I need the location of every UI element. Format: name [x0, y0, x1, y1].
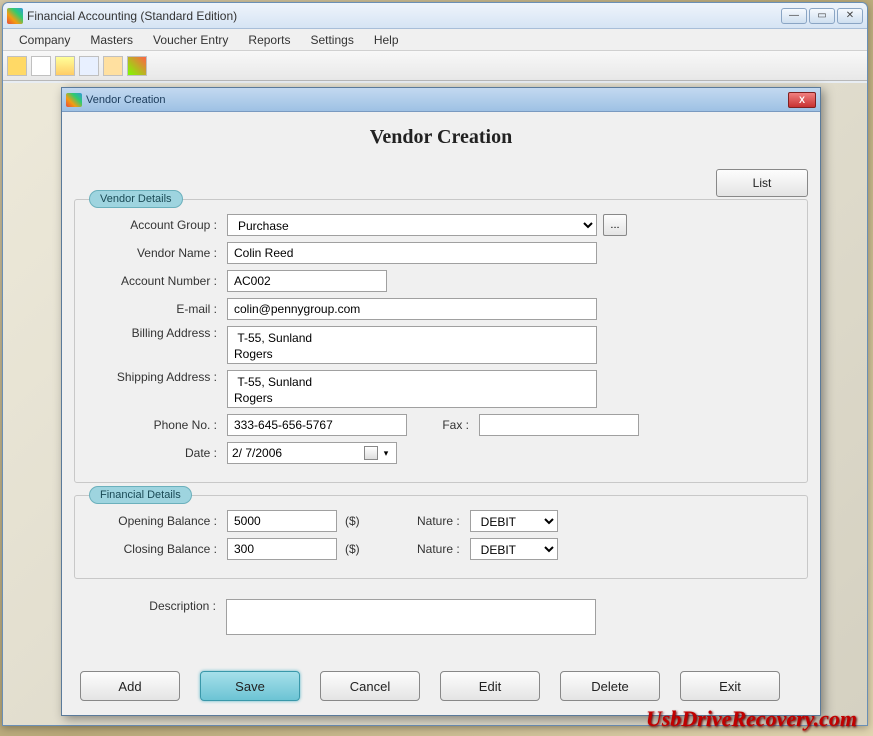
nature-select-1[interactable]: DEBIT: [470, 510, 558, 532]
dialog-close-button[interactable]: X: [788, 92, 816, 108]
vendor-details-fieldset: Vendor Details Account Group : Purchase …: [74, 199, 808, 483]
opening-balance-input[interactable]: [227, 510, 337, 532]
label-email: E-mail :: [93, 302, 221, 316]
cancel-button[interactable]: Cancel: [320, 671, 420, 701]
label-account-number: Account Number :: [93, 274, 221, 288]
description-row: Description :: [74, 591, 808, 645]
fax-input[interactable]: [479, 414, 639, 436]
edit-button[interactable]: Edit: [440, 671, 540, 701]
toolbar-icon-2[interactable]: [31, 56, 51, 76]
label-shipping-address: Shipping Address :: [93, 370, 221, 384]
vendor-name-input[interactable]: [227, 242, 597, 264]
menu-reports[interactable]: Reports: [238, 31, 300, 49]
label-vendor-name: Vendor Name :: [93, 246, 221, 260]
label-nature-1: Nature :: [404, 514, 464, 528]
label-nature-2: Nature :: [404, 542, 464, 556]
app-icon: [7, 8, 23, 24]
exit-button[interactable]: Exit: [680, 671, 780, 701]
delete-button[interactable]: Delete: [560, 671, 660, 701]
menu-company[interactable]: Company: [9, 31, 80, 49]
dialog-titlebar: Vendor Creation X: [62, 88, 820, 112]
financial-details-legend: Financial Details: [89, 486, 192, 504]
close-button[interactable]: ✕: [837, 8, 863, 24]
menu-voucher-entry[interactable]: Voucher Entry: [143, 31, 238, 49]
titlebar: Financial Accounting (Standard Edition) …: [3, 3, 867, 29]
financial-details-fieldset: Financial Details Opening Balance : ($) …: [74, 495, 808, 579]
main-window: Financial Accounting (Standard Edition) …: [2, 2, 868, 726]
currency-label-2: ($): [343, 542, 362, 556]
menubar: Company Masters Voucher Entry Reports Se…: [3, 29, 867, 51]
watermark: UsbDriveRecovery.com: [646, 706, 857, 732]
label-date: Date :: [93, 446, 221, 460]
nature-select-2[interactable]: DEBIT: [470, 538, 558, 560]
toolbar-icon-4[interactable]: [79, 56, 99, 76]
label-billing-address: Billing Address :: [93, 326, 221, 340]
toolbar-icon-1[interactable]: [7, 56, 27, 76]
shipping-address-input[interactable]: [227, 370, 597, 408]
label-account-group: Account Group :: [93, 218, 221, 232]
chevron-down-icon: ▾: [380, 448, 392, 459]
billing-address-input[interactable]: [227, 326, 597, 364]
currency-label-1: ($): [343, 514, 362, 528]
description-input[interactable]: [226, 599, 596, 635]
label-phone: Phone No. :: [93, 418, 221, 432]
window-title: Financial Accounting (Standard Edition): [27, 9, 781, 23]
toolbar: [3, 51, 867, 81]
closing-balance-input[interactable]: [227, 538, 337, 560]
account-group-select[interactable]: Purchase: [227, 214, 597, 236]
label-description: Description :: [92, 599, 220, 613]
dialog-title-text: Vendor Creation: [86, 94, 788, 106]
toolbar-icon-3[interactable]: [55, 56, 75, 76]
menu-help[interactable]: Help: [364, 31, 409, 49]
label-fax: Fax :: [413, 418, 473, 432]
label-closing-balance: Closing Balance :: [93, 542, 221, 556]
menu-masters[interactable]: Masters: [80, 31, 143, 49]
date-picker[interactable]: 2/ 7/2006 ▾: [227, 442, 397, 464]
add-button[interactable]: Add: [80, 671, 180, 701]
form-heading: Vendor Creation: [74, 120, 808, 169]
label-opening-balance: Opening Balance :: [93, 514, 221, 528]
toolbar-icon-5[interactable]: [103, 56, 123, 76]
dialog-icon: [66, 93, 82, 107]
date-value: 2/ 7/2006: [232, 446, 282, 460]
list-button[interactable]: List: [716, 169, 808, 197]
account-number-input[interactable]: [227, 270, 387, 292]
save-button[interactable]: Save: [200, 671, 300, 701]
dialog-body: Vendor Creation List Vendor Details Acco…: [62, 112, 820, 657]
minimize-button[interactable]: —: [781, 8, 807, 24]
content-area: Vendor Creation X Vendor Creation List V…: [3, 83, 867, 725]
window-controls: — ▭ ✕: [781, 8, 863, 24]
account-group-browse-button[interactable]: ...: [603, 214, 627, 236]
calendar-icon: [364, 446, 378, 460]
vendor-creation-dialog: Vendor Creation X Vendor Creation List V…: [61, 87, 821, 716]
email-input[interactable]: [227, 298, 597, 320]
phone-input[interactable]: [227, 414, 407, 436]
toolbar-icon-6[interactable]: [127, 56, 147, 76]
menu-settings[interactable]: Settings: [300, 31, 363, 49]
maximize-button[interactable]: ▭: [809, 8, 835, 24]
